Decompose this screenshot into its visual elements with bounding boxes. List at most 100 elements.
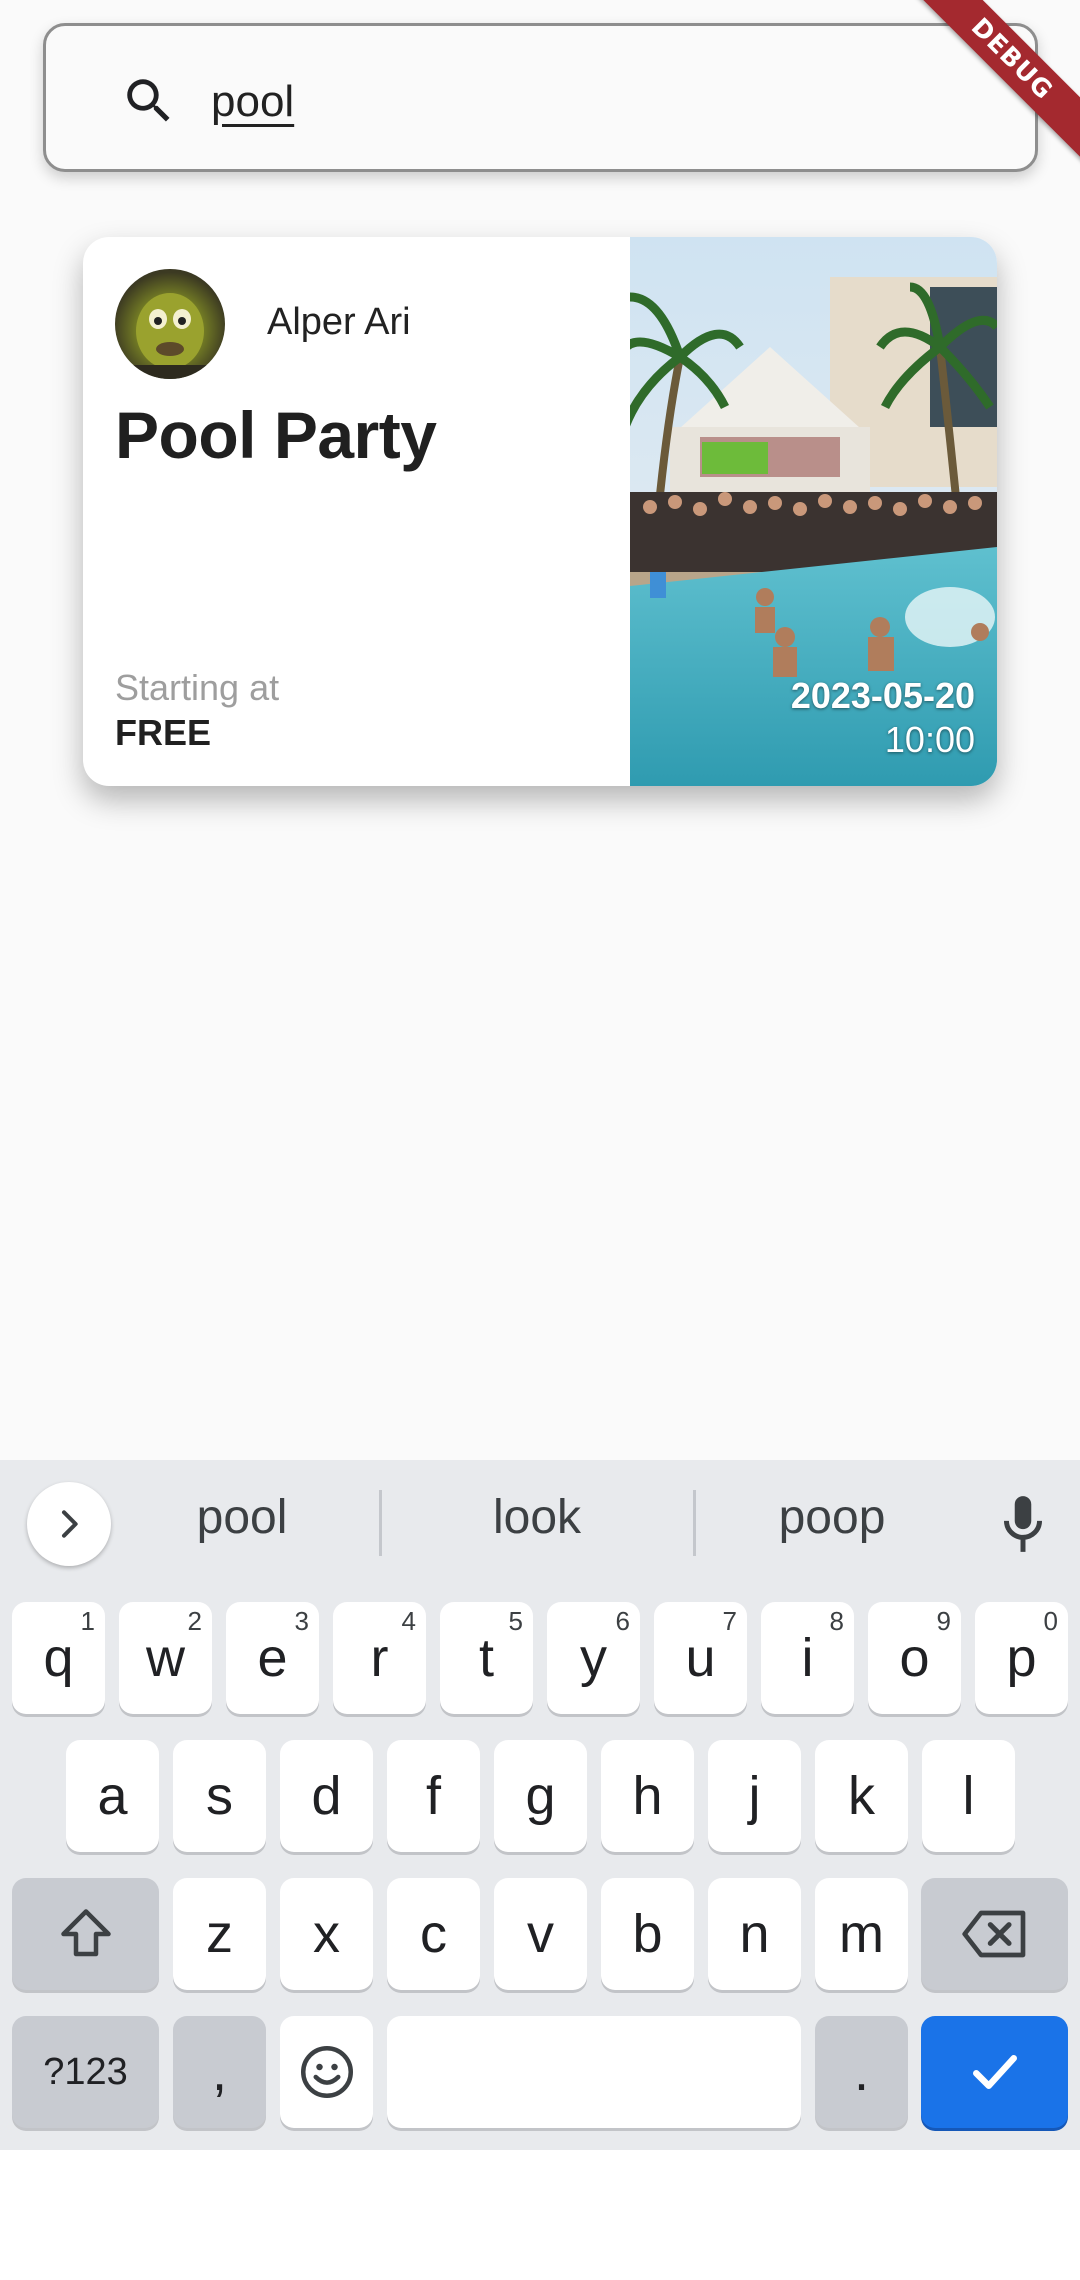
emoji-key[interactable] [280, 2016, 373, 2128]
key-label: , [211, 2042, 227, 2102]
key-v[interactable]: v [494, 1878, 587, 1990]
key-label: x [313, 1904, 340, 1964]
key-label: w [146, 1628, 185, 1688]
key-u[interactable]: u7 [654, 1602, 747, 1714]
key-label: o [899, 1628, 930, 1688]
search-input[interactable] [211, 62, 991, 142]
key-hint: 5 [508, 1606, 523, 1636]
key-hint: 1 [80, 1606, 95, 1636]
key-label: p [1006, 1628, 1037, 1688]
key-label: f [425, 1766, 441, 1826]
search-bar [43, 23, 1038, 172]
host-name: Alper Ari [267, 301, 411, 343]
key-z[interactable]: z [173, 1878, 266, 1990]
backspace-key[interactable] [921, 1878, 1068, 1990]
suggestion-divider [379, 1490, 382, 1556]
key-label: h [632, 1766, 663, 1826]
key-hint: 6 [615, 1606, 630, 1636]
event-time: 10:00 [884, 719, 975, 760]
key-g[interactable]: g [494, 1740, 587, 1852]
key-label: t [478, 1628, 494, 1688]
shift-icon [60, 1909, 111, 1957]
host-avatar [115, 269, 225, 379]
event-date: 2023-05-20 [790, 675, 975, 716]
space-key[interactable] [387, 2016, 801, 2128]
enter-key[interactable] [921, 2016, 1068, 2128]
key-w[interactable]: w2 [119, 1602, 212, 1714]
check-icon [972, 2055, 1017, 2089]
event-image: 2023-05-20 10:00 [630, 237, 997, 786]
suggestion-divider [693, 1490, 696, 1556]
key-e[interactable]: e3 [226, 1602, 319, 1714]
event-title: Pool Party [115, 398, 437, 472]
key-hint: 0 [1043, 1606, 1058, 1636]
search-icon [127, 79, 170, 122]
key-label: n [739, 1904, 770, 1964]
chevron-right-icon [62, 1510, 78, 1538]
key-b[interactable]: b [601, 1878, 694, 1990]
key-label: . [853, 2042, 869, 2102]
key-f[interactable]: f [387, 1740, 480, 1852]
symbols-key[interactable]: ?123 [12, 2016, 159, 2128]
key-label: l [962, 1766, 975, 1826]
key-label: s [206, 1766, 233, 1826]
shift-key[interactable] [12, 1878, 159, 1990]
expand-toolbar-button[interactable] [27, 1482, 111, 1566]
key-hint: 7 [722, 1606, 737, 1636]
key-m[interactable]: m [815, 1878, 908, 1990]
key-label: b [632, 1904, 663, 1964]
price-label: Starting at [115, 667, 280, 708]
key-label: u [685, 1628, 716, 1688]
suggestion-2[interactable]: look [407, 1490, 667, 1545]
microphone-icon[interactable] [998, 1494, 1048, 1556]
key-label: e [257, 1628, 288, 1688]
key-label: g [525, 1766, 556, 1826]
key-label: a [97, 1766, 128, 1826]
navigation-bar-area [0, 2150, 1080, 2280]
key-l[interactable]: l [922, 1740, 1015, 1852]
key-n[interactable]: n [708, 1878, 801, 1990]
soft-keyboard: pool look poop q1 w2 e3 r4 t5 y6 u7 i8 o… [0, 1460, 1080, 2150]
key-label: i [801, 1628, 814, 1688]
key-hint: 9 [936, 1606, 951, 1636]
key-i[interactable]: i8 [761, 1602, 854, 1714]
key-label: r [370, 1628, 389, 1688]
key-y[interactable]: y6 [547, 1602, 640, 1714]
suggestion-bar: pool look poop [0, 1460, 1080, 1584]
key-r[interactable]: r4 [333, 1602, 426, 1714]
key-o[interactable]: o9 [868, 1602, 961, 1714]
key-x[interactable]: x [280, 1878, 373, 1990]
backspace-icon [961, 1910, 1025, 1958]
price-value: FREE [115, 712, 212, 753]
key-k[interactable]: k [815, 1740, 908, 1852]
key-label: d [311, 1766, 342, 1826]
key-label: j [748, 1766, 761, 1826]
key-c[interactable]: c [387, 1878, 480, 1990]
period-key[interactable]: . [815, 2016, 908, 2128]
event-card[interactable]: Alper Ari Pool Party Starting at FREE 20… [83, 237, 997, 786]
key-a[interactable]: a [66, 1740, 159, 1852]
avatar-image [115, 293, 225, 379]
key-p[interactable]: p0 [975, 1602, 1068, 1714]
key-label: v [527, 1904, 554, 1964]
key-label: z [206, 1904, 233, 1964]
key-label: q [43, 1628, 74, 1688]
key-q[interactable]: q1 [12, 1602, 105, 1714]
key-hint: 8 [829, 1606, 844, 1636]
key-hint: 4 [401, 1606, 416, 1636]
key-label: y [580, 1628, 607, 1688]
key-s[interactable]: s [173, 1740, 266, 1852]
key-label: k [848, 1766, 875, 1826]
key-label: ?123 [43, 2050, 128, 2093]
key-t[interactable]: t5 [440, 1602, 533, 1714]
key-label: c [420, 1904, 447, 1964]
key-label: m [839, 1904, 884, 1964]
key-d[interactable]: d [280, 1740, 373, 1852]
key-h[interactable]: h [601, 1740, 694, 1852]
suggestion-1[interactable]: pool [112, 1490, 372, 1545]
comma-key[interactable]: , [173, 2016, 266, 2128]
emoji-icon [300, 2046, 353, 2098]
suggestion-3[interactable]: poop [702, 1490, 962, 1545]
key-hint: 2 [187, 1606, 202, 1636]
key-j[interactable]: j [708, 1740, 801, 1852]
